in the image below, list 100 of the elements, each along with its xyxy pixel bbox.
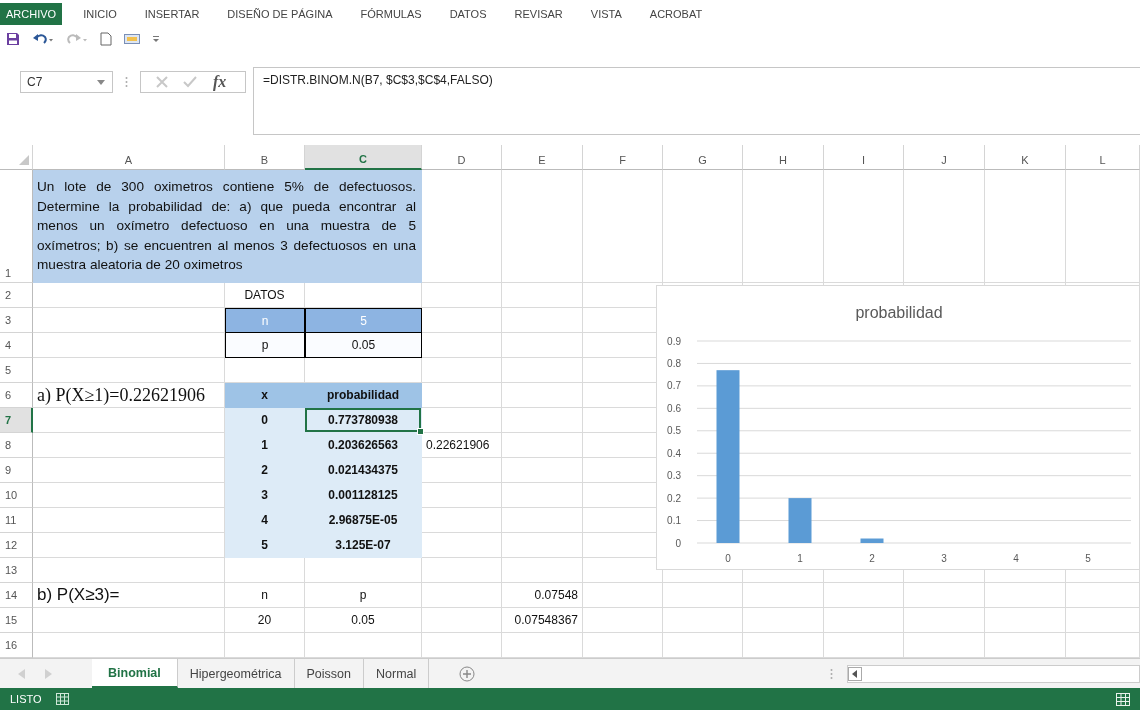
axis-label: 0.4 [667,447,681,459]
spreadsheet-cell[interactable]: 0.773780938 [305,408,422,433]
customize-caret-icon[interactable] [152,34,160,44]
column-header[interactable]: L [1066,145,1140,170]
axis-label: 2 [869,553,875,564]
form-icon[interactable] [124,34,140,44]
row-header[interactable]: 4 [0,333,33,358]
spreadsheet-cell[interactable]: n [225,583,305,608]
ribbon-tab[interactable]: ACROBAT [638,3,714,25]
axis-label: 4 [1013,553,1019,564]
new-document-icon[interactable] [100,32,112,46]
row-header[interactable]: 7 [0,408,33,433]
spreadsheet-cell[interactable]: p [225,333,305,358]
spreadsheet-cell[interactable]: 5 [225,533,305,558]
column-header[interactable]: C [305,145,422,170]
fill-handle[interactable] [417,428,424,435]
column-header[interactable]: K [985,145,1066,170]
column-header[interactable]: H [743,145,824,170]
horizontal-scrollbar[interactable] [847,664,1140,683]
column-header[interactable]: G [663,145,743,170]
column-header[interactable]: F [583,145,663,170]
column-header[interactable]: I [824,145,904,170]
row-header[interactable]: 5 [0,358,33,383]
undo-icon[interactable] [32,32,54,46]
row-header[interactable]: 13 [0,558,33,583]
row-header[interactable]: 8 [0,433,33,458]
ribbon-tab[interactable]: REVISAR [503,3,574,25]
spreadsheet-cell[interactable]: 0.22621906 [422,433,502,458]
spreadsheet-cell[interactable]: a) P(X≥1)=0.22621906 [33,383,225,408]
ribbon-tab[interactable]: DISEÑO DE PÁGINA [216,3,344,25]
spreadsheet-cell[interactable]: 0.203626563 [305,433,422,458]
spreadsheet-cell[interactable]: Un lote de 300 oximetros contiene 5% de defectuosos. Determine la probabilidad de: a) que pueda encontrar al menos un oxímetro defectuoso en una muestra de 5 oxímetros; b) se encuentren al menos 3 defectuosos en una muestra aleatoria de 20 oximetros [33,170,422,283]
row-header[interactable]: 11 [0,508,33,533]
axis-label: 0 [725,553,731,564]
axis-label: 0.1 [667,515,681,527]
row-header[interactable]: 12 [0,533,33,558]
axis-label: 0.5 [667,425,681,437]
spreadsheet-cell[interactable]: 0.07548 [502,583,583,608]
spreadsheet-cell[interactable]: 3 [225,483,305,508]
row-header[interactable]: 3 [0,308,33,333]
ribbon-tab[interactable]: VISTA [579,3,633,25]
spreadsheet-icon[interactable] [55,693,69,705]
axis-label: 0.6 [667,402,681,414]
spreadsheet-cell[interactable]: 1 [225,433,305,458]
axis-label: 1 [797,553,803,564]
axis-label: 3 [941,553,947,564]
column-header[interactable]: J [904,145,985,170]
sheet-tab[interactable]: Binomial [92,659,178,688]
ribbon-tab[interactable]: DATOS [438,3,498,25]
select-all-icon[interactable] [19,155,29,165]
splitter-handle-icon[interactable] [830,667,833,680]
axis-label: 0.8 [667,357,681,369]
spreadsheet-cell[interactable]: 2 [225,458,305,483]
axis-label: 5 [1085,553,1091,564]
name-box[interactable]: C7 [20,71,113,93]
redo-icon[interactable] [66,32,88,46]
ribbon-tab[interactable]: INICIO [72,3,128,25]
previous-sheet-icon[interactable] [18,668,26,679]
cancel-icon[interactable] [155,76,169,88]
column-header[interactable]: D [422,145,502,170]
spreadsheet-cell[interactable]: b) P(X≥3)= [33,583,225,608]
next-sheet-icon[interactable] [44,668,52,679]
spreadsheet-cell[interactable]: x [225,383,305,408]
axis-label: 0.9 [667,335,681,347]
status-text: LISTO [10,693,42,705]
check-icon[interactable] [183,76,197,88]
splitter-handle-icon[interactable] [125,76,128,88]
spreadsheet-cell[interactable]: 2.96875E-05 [305,508,422,533]
spreadsheet-cell[interactable]: 0.001128125 [305,483,422,508]
normal-view-icon[interactable] [1116,692,1130,706]
row-header[interactable]: 10 [0,483,33,508]
axis-label: 0 [675,537,681,549]
spreadsheet-cell[interactable]: 0.05 [305,333,422,358]
axis-label: 0.2 [667,492,681,504]
spreadsheet-cell[interactable]: p [305,583,422,608]
add-sheet-icon[interactable] [459,665,476,682]
ribbon-tab[interactable]: FÓRMULAS [349,3,433,25]
spreadsheet-cell[interactable]: 0.07548367 [502,608,583,633]
dropdown-caret-icon [97,79,105,85]
row-header[interactable]: 2 [0,283,33,308]
spreadsheet-cell[interactable]: 4 [225,508,305,533]
ribbon-tab[interactable]: INSERTAR [133,3,211,25]
formula-input[interactable]: =DISTR.BINOM.N(B7, $C$3,$C$4,FALSO) [253,67,1140,135]
row-header[interactable]: 15 [0,608,33,633]
spreadsheet-cell[interactable]: 3.125E-07 [305,533,422,558]
spreadsheet-cell[interactable]: 0.021434375 [305,458,422,483]
axis-label: 0.3 [667,470,681,482]
insert-function-button[interactable]: fx [211,73,229,91]
spreadsheet-cell[interactable]: DATOS [225,283,305,308]
scroll-left-icon[interactable] [848,666,862,681]
row-header[interactable]: 14 [0,583,33,608]
row-header[interactable]: 9 [0,458,33,483]
spreadsheet-cell[interactable]: 0.05 [305,608,422,633]
spreadsheet-cell[interactable]: 0 [225,408,305,433]
spreadsheet-cell[interactable]: 20 [225,608,305,633]
axis-label: 0.7 [667,380,681,392]
file-tab[interactable]: ARCHIVO [0,3,63,25]
spreadsheet-cell[interactable]: probabilidad [305,383,422,408]
column-header[interactable]: E [502,145,583,170]
save-icon[interactable] [6,32,20,46]
